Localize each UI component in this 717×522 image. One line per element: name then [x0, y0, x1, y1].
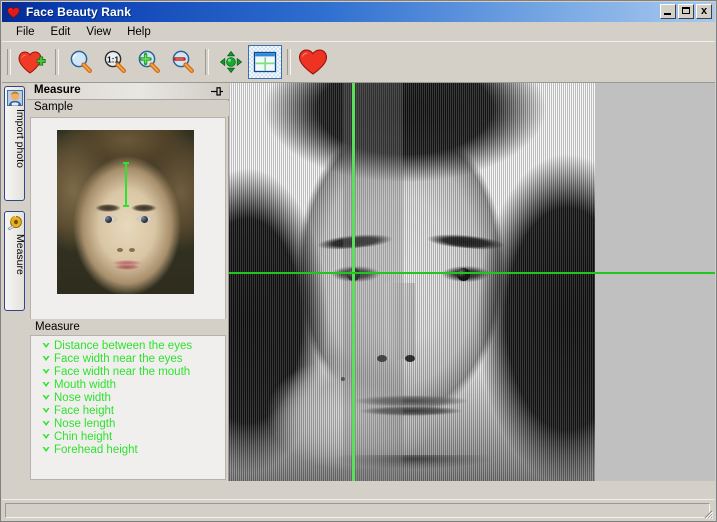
list-item-label: Face width near the eyes: [54, 352, 183, 365]
menu-item-view[interactable]: View: [78, 24, 119, 40]
heart-icon: [298, 49, 328, 75]
cheek-mole: [341, 377, 345, 381]
lips: [351, 393, 471, 419]
maximize-button[interactable]: [678, 4, 694, 19]
list-item-label: Nose width: [54, 391, 111, 404]
list-item[interactable]: Nose length: [31, 417, 225, 430]
list-item[interactable]: Face width near the mouth: [31, 365, 225, 378]
tape-measure-icon: [7, 215, 22, 231]
close-button[interactable]: x: [696, 4, 712, 19]
nostril-left: [377, 355, 387, 362]
magnifier-plus-icon: [138, 50, 160, 73]
jawline-shadow: [335, 455, 493, 475]
measurement-canvas[interactable]: [229, 83, 715, 481]
green-chevron-icon: [42, 343, 50, 348]
sample-face-thumbnail[interactable]: [57, 130, 194, 294]
toolbar-separator: [55, 49, 59, 75]
titlebar: Face Beauty Rank x: [2, 2, 715, 22]
crosshair-tool-button[interactable]: [248, 45, 282, 79]
window-title: Face Beauty Rank: [26, 5, 131, 19]
green-chevron-icon: [42, 369, 50, 374]
green-chevron-icon: [42, 434, 50, 439]
list-item[interactable]: Mouth width: [31, 378, 225, 391]
list-item[interactable]: Forehead height: [31, 443, 225, 456]
list-item-label: Face height: [54, 404, 115, 417]
nose-shading: [385, 283, 415, 359]
list-item-label: Chin height: [54, 430, 113, 443]
statusbar: [2, 499, 715, 520]
list-item[interactable]: Face width near the eyes: [31, 352, 225, 365]
list-item[interactable]: Face height: [31, 404, 225, 417]
green-chevron-icon: [42, 382, 50, 387]
app-heart-icon: [6, 4, 22, 20]
panel-header: Measure: [27, 83, 229, 100]
nostril-right: [405, 355, 415, 362]
list-item-label: Mouth width: [54, 378, 117, 391]
measure-panel: Measure Sample Measure Distance between …: [27, 83, 229, 481]
menu-item-help[interactable]: Help: [119, 24, 159, 40]
pushpin-icon[interactable]: [210, 86, 224, 97]
toolbar-separator: [287, 49, 291, 75]
measure-section-label: Measure: [30, 319, 226, 335]
window-controls: x: [660, 4, 712, 19]
list-item-label: Forehead height: [54, 443, 138, 456]
list-item-label: Face width near the mouth: [54, 365, 191, 378]
pupil-left: [347, 268, 360, 281]
green-chevron-icon: [42, 408, 50, 413]
zoom-actual-size-button[interactable]: 1:1: [98, 45, 132, 79]
list-item-label: Distance between the eyes: [54, 339, 193, 352]
face-photo[interactable]: [229, 83, 595, 481]
panel-title: Measure: [34, 84, 81, 96]
green-chevron-icon: [42, 421, 50, 426]
list-item[interactable]: Distance between the eyes: [31, 339, 225, 352]
add-face-button[interactable]: [16, 45, 50, 79]
magnifier-1to1-icon: 1:1: [104, 50, 126, 73]
status-text: [5, 503, 710, 518]
rank-beauty-button[interactable]: [296, 45, 330, 79]
face-photo-base: [229, 83, 595, 481]
zoom-out-button[interactable]: [166, 45, 200, 79]
application-window: Face Beauty Rank x File Edit View Help 1…: [0, 0, 717, 522]
green-chevron-icon: [42, 395, 50, 400]
pupil-right: [457, 268, 470, 281]
person-portrait-icon: [7, 90, 23, 106]
menu-item-file[interactable]: File: [8, 24, 43, 40]
measure-list: Distance between the eyes Face width nea…: [30, 335, 226, 480]
menu-item-edit[interactable]: Edit: [43, 24, 79, 40]
magnifier-minus-icon: [172, 50, 194, 73]
menubar: File Edit View Help: [2, 22, 715, 41]
toolbar-separator: [205, 49, 209, 75]
sidebar-item-measure[interactable]: Measure: [4, 211, 25, 311]
pan-tool-button[interactable]: [214, 45, 248, 79]
green-chevron-icon: [42, 447, 50, 452]
list-item[interactable]: Chin height: [31, 430, 225, 443]
move-arrows-icon: [219, 50, 243, 74]
crosshair-window-icon: [253, 51, 277, 73]
sidebar-item-import-photo[interactable]: Import photo: [4, 86, 25, 201]
minimize-button[interactable]: [660, 4, 676, 19]
magnifier-icon: [70, 50, 92, 73]
vertical-tabstrip: Import photo Measure: [2, 83, 27, 481]
zoom-tool-button[interactable]: [64, 45, 98, 79]
list-item[interactable]: Nose width: [31, 391, 225, 404]
toolbar: 1:1: [2, 41, 715, 82]
list-item-label: Nose length: [54, 417, 116, 430]
heart-plus-icon: [18, 51, 46, 74]
sidebar-item-measure-label: Measure: [14, 234, 25, 275]
resize-grip-icon[interactable]: [701, 507, 713, 519]
zoom-in-button[interactable]: [132, 45, 166, 79]
sidebar-item-import-photo-label: Import photo: [14, 109, 25, 168]
sample-section-label: Sample: [27, 101, 229, 116]
toolbar-separator: [7, 49, 11, 75]
forehead-height-measure-line: [123, 162, 129, 207]
close-icon: x: [700, 5, 708, 17]
green-chevron-icon: [42, 356, 50, 361]
